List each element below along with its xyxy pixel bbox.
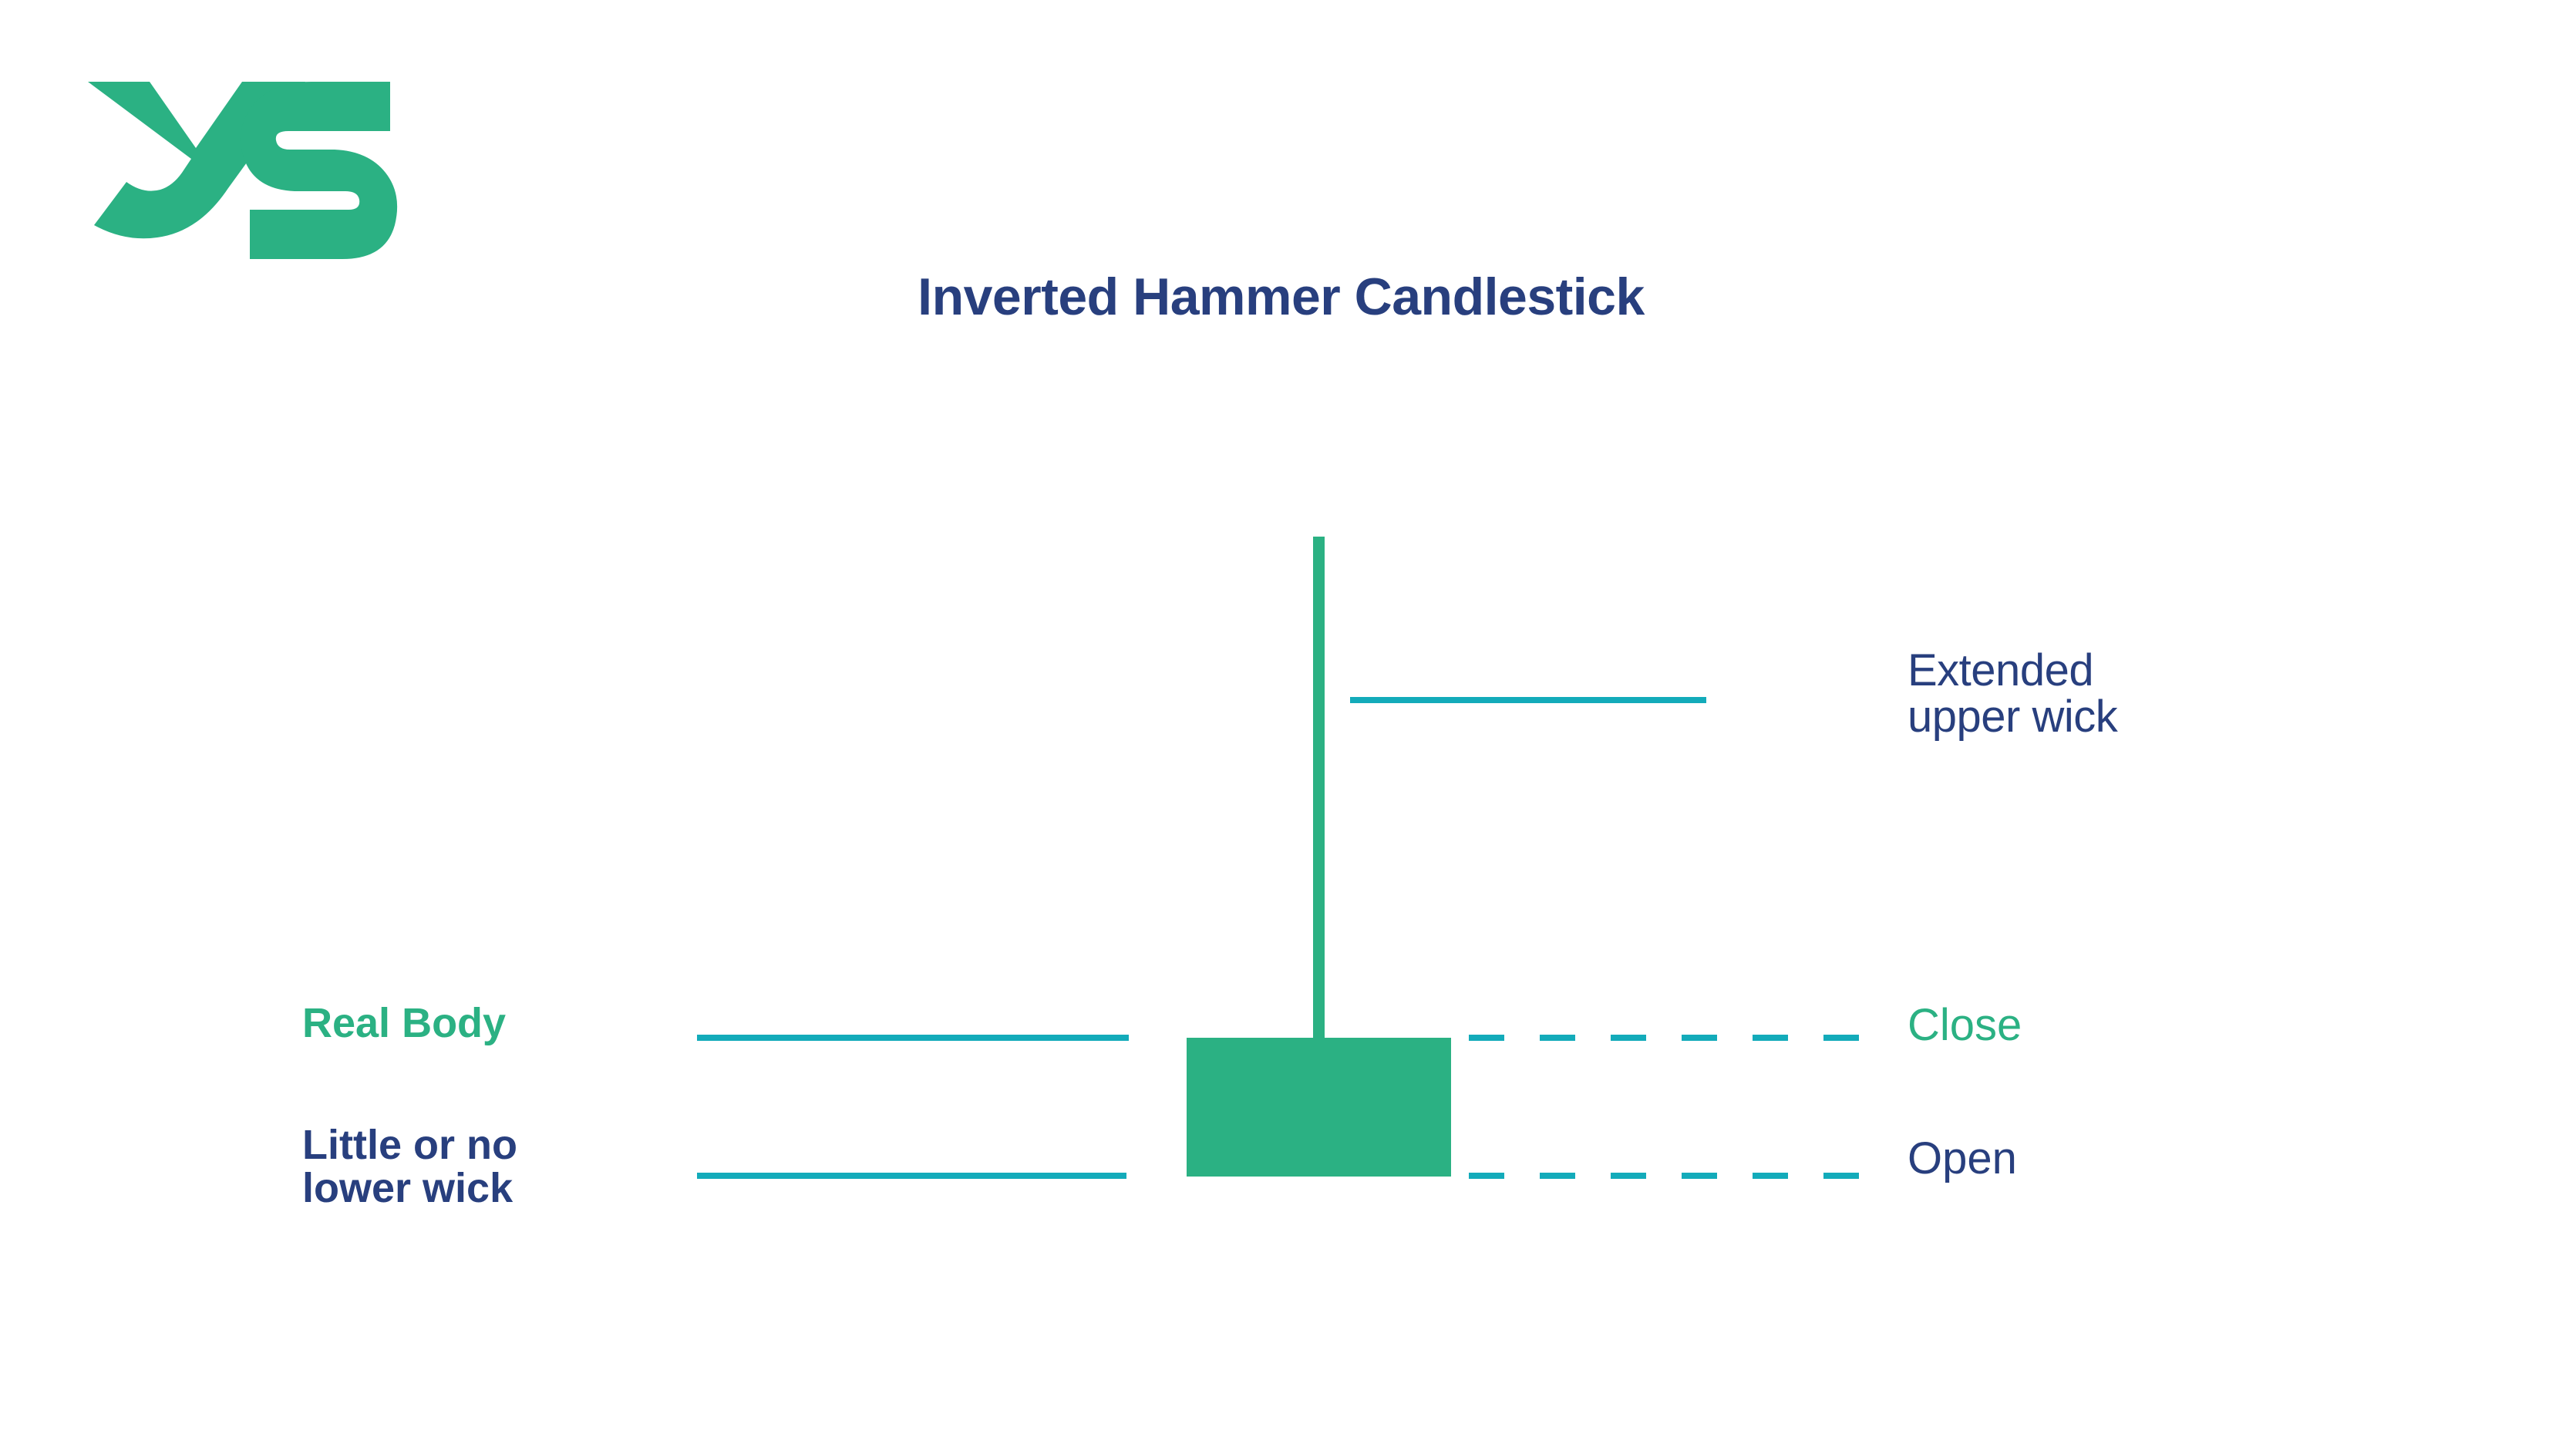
xs-logo-icon (88, 82, 398, 259)
diagram-canvas: Inverted Hammer Candlestick Real Body Li… (0, 0, 2576, 1451)
leader-line-lower-wick (697, 1173, 1126, 1179)
annotation-label-extended-upper-wick: Extended upper wick (1908, 645, 2118, 742)
annotation-label-open: Open (1908, 1133, 2017, 1183)
annotation-label-close: Close (1908, 1000, 2022, 1050)
leader-line-extended-upper-wick (1350, 697, 1706, 703)
leader-line-close (1469, 1035, 1879, 1041)
annotation-label-real-body: Real Body (302, 1000, 507, 1046)
xs-logo (83, 74, 399, 267)
candle-upper-wick (1313, 537, 1325, 1039)
candle-real-body (1187, 1038, 1451, 1177)
leader-line-open (1469, 1173, 1879, 1179)
annotation-label-lower-wick: Little or no lower wick (302, 1122, 517, 1212)
leader-line-real-body (697, 1035, 1129, 1041)
page-title-text: Inverted Hammer Candlestick (918, 268, 1645, 326)
page-title: Inverted Hammer Candlestick (0, 268, 2576, 326)
